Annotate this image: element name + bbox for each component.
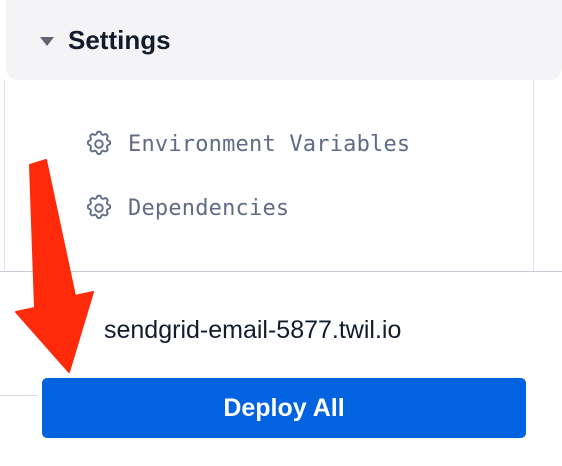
gear-icon bbox=[86, 194, 112, 219]
page: Settings Environment Variables Dependenc… bbox=[0, 0, 562, 466]
caret-down-icon[interactable] bbox=[40, 36, 54, 46]
menu-item-label: Dependencies bbox=[128, 195, 290, 221]
menu-item-label: Environment Variables bbox=[128, 131, 411, 157]
settings-title: Settings bbox=[68, 24, 171, 55]
scrollbar-track bbox=[533, 80, 534, 272]
menu-item-dependencies[interactable]: Dependencies bbox=[84, 191, 289, 225]
gear-icon bbox=[86, 130, 112, 155]
deploy-all-button[interactable]: Deploy All bbox=[42, 378, 526, 438]
deploy-domain: sendgrid-email-5877.twil.io bbox=[104, 316, 402, 344]
panel-divider bbox=[0, 271, 562, 272]
settings-section-header[interactable]: Settings bbox=[6, 0, 562, 80]
left-edge-divider bbox=[0, 395, 38, 396]
left-border bbox=[4, 80, 5, 270]
menu-item-environment-variables[interactable]: Environment Variables bbox=[84, 127, 410, 161]
